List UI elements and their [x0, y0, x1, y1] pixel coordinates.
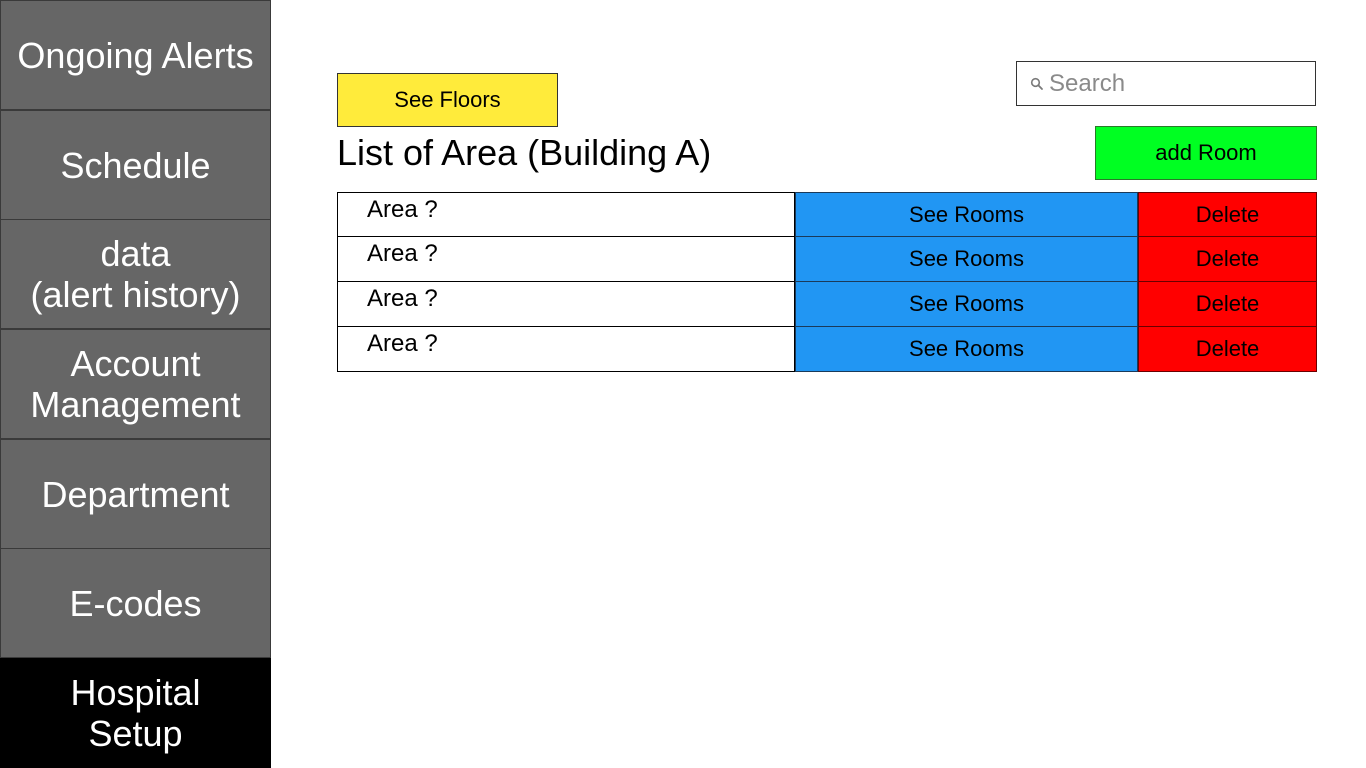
table-row: Area ? See Rooms Delete	[337, 327, 1317, 372]
delete-button[interactable]: Delete	[1138, 192, 1317, 237]
sidebar-item-label: Schedule	[60, 144, 211, 186]
sidebar-item-label: Hospital Setup	[70, 672, 201, 754]
sidebar-item-department[interactable]: Department	[0, 439, 271, 549]
delete-button[interactable]: Delete	[1138, 237, 1317, 282]
see-rooms-button[interactable]: See Rooms	[795, 192, 1138, 237]
sidebar-item-label: E-codes	[69, 582, 202, 624]
table-row: Area ? See Rooms Delete	[337, 237, 1317, 282]
area-table: Area ? See Rooms Delete Area ? See Rooms…	[337, 192, 1317, 372]
area-name: Area ?	[337, 327, 795, 372]
sidebar-item-label: Account Management	[30, 343, 241, 425]
area-name: Area ?	[337, 192, 795, 237]
area-name: Area ?	[337, 237, 795, 282]
add-room-button[interactable]: add Room	[1095, 126, 1317, 180]
sidebar-item-data-alert-history[interactable]: data (alert history)	[0, 219, 271, 329]
see-rooms-button[interactable]: See Rooms	[795, 327, 1138, 372]
sidebar-item-hospital-setup[interactable]: Hospital Setup	[0, 658, 271, 768]
sidebar-item-schedule[interactable]: Schedule	[0, 110, 271, 220]
table-row: Area ? See Rooms Delete	[337, 282, 1317, 327]
sidebar-item-label: Department	[41, 473, 230, 515]
see-floors-button[interactable]: See Floors	[337, 73, 558, 127]
search-input[interactable]	[1049, 69, 1299, 98]
sidebar-item-label: Ongoing Alerts	[17, 34, 254, 76]
area-name: Area ?	[337, 282, 795, 327]
table-row: Area ? See Rooms Delete	[337, 192, 1317, 237]
delete-button[interactable]: Delete	[1138, 282, 1317, 327]
sidebar-item-e-codes[interactable]: E-codes	[0, 548, 271, 658]
sidebar-item-account-management[interactable]: Account Management	[0, 329, 271, 439]
search-icon	[1027, 77, 1047, 91]
page-title: List of Area (Building A)	[337, 132, 712, 173]
see-rooms-button[interactable]: See Rooms	[795, 282, 1138, 327]
delete-button[interactable]: Delete	[1138, 327, 1317, 372]
search-box	[1016, 61, 1316, 106]
see-rooms-button[interactable]: See Rooms	[795, 237, 1138, 282]
sidebar: Ongoing Alerts Schedule data (alert hist…	[0, 0, 271, 768]
sidebar-item-ongoing-alerts[interactable]: Ongoing Alerts	[0, 0, 271, 110]
sidebar-item-label: data (alert history)	[30, 233, 241, 315]
